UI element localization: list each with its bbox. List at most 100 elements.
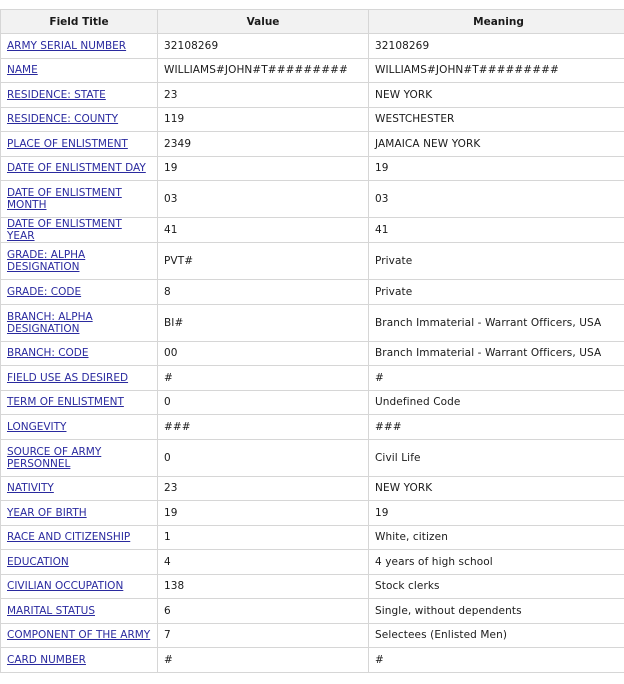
table-row: BRANCH: CODE 00Branch Immaterial - Warran…	[1, 341, 624, 366]
value-cell: 138	[158, 574, 369, 599]
field-title-cell: FIELD USE AS DESIRED	[1, 366, 158, 391]
table-row: DATE OF ENLISTMENT YEAR 4141	[1, 218, 624, 243]
field-title-cell: BRANCH: CODE	[1, 341, 158, 366]
meaning-cell: JAMAICA NEW YORK	[369, 132, 624, 157]
field-title-cell: YEAR OF BIRTH	[1, 501, 158, 526]
table-row: FIELD USE AS DESIRED##	[1, 366, 624, 391]
field-title-link[interactable]: NATIVITY	[7, 482, 54, 494]
table-row: MARITAL STATUS 6Single, without dependent…	[1, 599, 624, 624]
field-title-cell: DATE OF ENLISTMENT DAY	[1, 156, 158, 181]
table-row: CIVILIAN OCCUPATION 138Stock clerks	[1, 574, 624, 599]
field-title-cell: LONGEVITY	[1, 415, 158, 440]
meaning-cell: Single, without dependents	[369, 599, 624, 624]
field-title-link[interactable]: GRADE: ALPHA DESIGNATION	[7, 249, 85, 273]
table-row: DATE OF ENLISTMENT DAY 1919	[1, 156, 624, 181]
field-title-cell: DATE OF ENLISTMENT MONTH	[1, 181, 158, 218]
field-title-link[interactable]: BRANCH: ALPHA DESIGNATION	[7, 311, 93, 335]
field-title-link[interactable]: DATE OF ENLISTMENT MONTH	[7, 187, 122, 211]
value-cell: 1	[158, 525, 369, 550]
value-cell: BI#	[158, 304, 369, 341]
value-cell: 00	[158, 341, 369, 366]
field-title-cell: DATE OF ENLISTMENT YEAR	[1, 218, 158, 243]
field-title-cell: CIVILIAN OCCUPATION	[1, 574, 158, 599]
meaning-cell: 19	[369, 156, 624, 181]
field-title-link[interactable]: RACE AND CITIZENSHIP	[7, 531, 130, 543]
field-title-link[interactable]: LONGEVITY	[7, 421, 66, 433]
meaning-cell: NEW YORK	[369, 83, 624, 108]
table-row: TERM OF ENLISTMENT0Undefined Code	[1, 390, 624, 415]
field-title-link[interactable]: MARITAL STATUS	[7, 605, 95, 617]
meaning-cell: Branch Immaterial - Warrant Officers, US…	[369, 341, 624, 366]
value-cell: 4	[158, 550, 369, 575]
table-row: CARD NUMBER ##	[1, 648, 624, 673]
value-cell: 23	[158, 476, 369, 501]
field-title-cell: PLACE OF ENLISTMENT	[1, 132, 158, 157]
field-title-link[interactable]: FIELD USE AS DESIRED	[7, 372, 128, 384]
field-title-link[interactable]: BRANCH: CODE	[7, 347, 89, 359]
field-title-link[interactable]: EDUCATION	[7, 556, 69, 568]
field-title-link[interactable]: YEAR OF BIRTH	[7, 507, 87, 519]
field-title-cell: RESIDENCE: STATE	[1, 83, 158, 108]
value-cell: 03	[158, 181, 369, 218]
field-title-link[interactable]: COMPONENT OF THE ARMY	[7, 629, 150, 641]
field-title-link[interactable]: NAME	[7, 64, 38, 76]
field-title-link[interactable]: DATE OF ENLISTMENT YEAR	[7, 218, 122, 242]
field-title-link[interactable]: PLACE OF ENLISTMENT	[7, 138, 128, 150]
field-title-cell: BRANCH: ALPHA DESIGNATION	[1, 304, 158, 341]
meaning-cell: 41	[369, 218, 624, 243]
meaning-cell: Stock clerks	[369, 574, 624, 599]
value-cell: 23	[158, 83, 369, 108]
column-header-value: Value	[158, 10, 369, 34]
meaning-cell: #	[369, 648, 624, 673]
meaning-cell: ###	[369, 415, 624, 440]
field-title-link[interactable]: RESIDENCE: COUNTY	[7, 113, 118, 125]
value-cell: 2349	[158, 132, 369, 157]
value-cell: 6	[158, 599, 369, 624]
field-title-link[interactable]: CIVILIAN OCCUPATION	[7, 580, 123, 592]
value-cell: 32108269	[158, 34, 369, 59]
field-title-cell: MARITAL STATUS	[1, 599, 158, 624]
field-title-link[interactable]: ARMY SERIAL NUMBER	[7, 40, 126, 52]
field-title-cell: GRADE: CODE	[1, 280, 158, 305]
meaning-cell: 4 years of high school	[369, 550, 624, 575]
meaning-cell: Selectees (Enlisted Men)	[369, 623, 624, 648]
field-title-cell: EDUCATION	[1, 550, 158, 575]
column-header-field-title: Field Title	[1, 10, 158, 34]
table-row: YEAR OF BIRTH 1919	[1, 501, 624, 526]
value-cell: 19	[158, 156, 369, 181]
meaning-cell: NEW YORK	[369, 476, 624, 501]
meaning-cell: Private	[369, 243, 624, 280]
field-title-cell: NATIVITY	[1, 476, 158, 501]
value-cell: 0	[158, 439, 369, 476]
table-row: SOURCE OF ARMY PERSONNEL0Civil Life	[1, 439, 624, 476]
meaning-cell: White, citizen	[369, 525, 624, 550]
meaning-cell: 32108269	[369, 34, 624, 59]
table-row: LONGEVITY######	[1, 415, 624, 440]
column-header-meaning: Meaning	[369, 10, 624, 34]
field-title-cell: TERM OF ENLISTMENT	[1, 390, 158, 415]
field-title-cell: CARD NUMBER	[1, 648, 158, 673]
field-title-cell: COMPONENT OF THE ARMY	[1, 623, 158, 648]
value-cell: 41	[158, 218, 369, 243]
field-title-link[interactable]: RESIDENCE: STATE	[7, 89, 106, 101]
meaning-cell: Branch Immaterial - Warrant Officers, US…	[369, 304, 624, 341]
meaning-cell: 19	[369, 501, 624, 526]
field-title-cell: SOURCE OF ARMY PERSONNEL	[1, 439, 158, 476]
field-title-cell: GRADE: ALPHA DESIGNATION	[1, 243, 158, 280]
value-cell: #	[158, 648, 369, 673]
meaning-cell: WESTCHESTER	[369, 107, 624, 132]
field-title-link[interactable]: TERM OF ENLISTMENT	[7, 396, 124, 408]
field-title-link[interactable]: DATE OF ENLISTMENT DAY	[7, 162, 146, 174]
meaning-cell: #	[369, 366, 624, 391]
field-title-cell: RACE AND CITIZENSHIP	[1, 525, 158, 550]
table-row: PLACE OF ENLISTMENT 2349JAMAICA NEW YORK	[1, 132, 624, 157]
field-title-link[interactable]: CARD NUMBER	[7, 654, 86, 666]
value-cell: 19	[158, 501, 369, 526]
table-row: GRADE: ALPHA DESIGNATIONPVT#Private	[1, 243, 624, 280]
table-body: ARMY SERIAL NUMBER3210826932108269NAMEWI…	[1, 34, 624, 673]
value-cell: 0	[158, 390, 369, 415]
field-title-link[interactable]: GRADE: CODE	[7, 286, 81, 298]
table-row: COMPONENT OF THE ARMY7Selectees (Enliste…	[1, 623, 624, 648]
meaning-cell: 03	[369, 181, 624, 218]
field-title-link[interactable]: SOURCE OF ARMY PERSONNEL	[7, 446, 101, 470]
